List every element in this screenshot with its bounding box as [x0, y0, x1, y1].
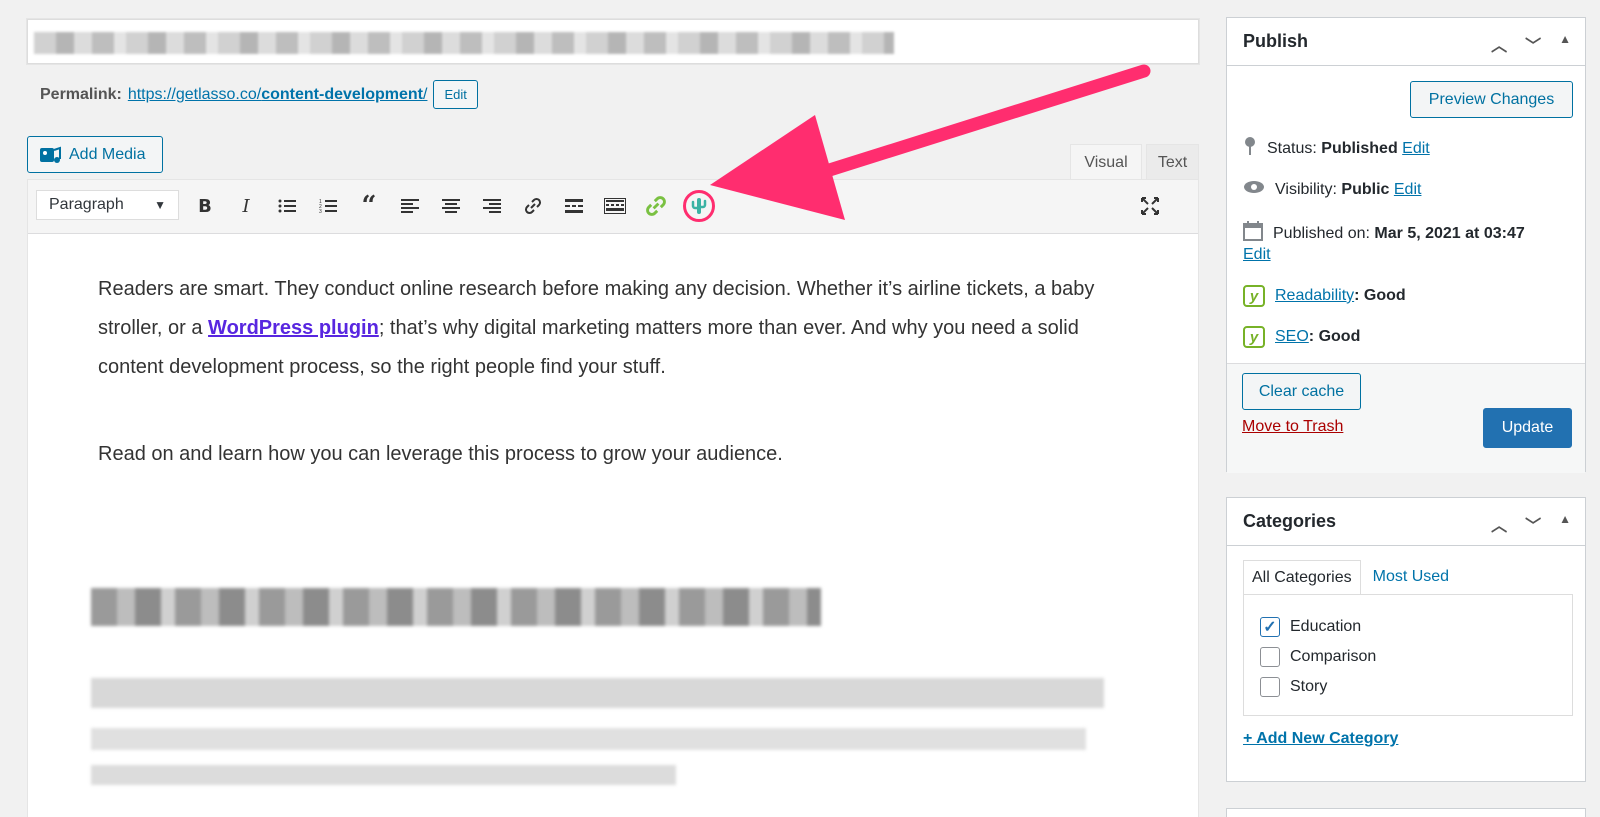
yoast-icon: y [1243, 326, 1265, 348]
status-row: Status: Published Edit [1243, 136, 1430, 161]
category-item-education[interactable]: ✓ Education [1260, 617, 1361, 637]
permalink-link[interactable]: https://getlasso.co/content-development/ [128, 86, 428, 104]
link-icon[interactable] [519, 192, 547, 220]
blurred-title [34, 32, 894, 54]
wordpress-plugin-link[interactable]: WordPress plugin [208, 317, 379, 339]
toggle-panel-icon[interactable]: ▲ [1559, 512, 1571, 536]
chevron-down-icon[interactable]: ﹀ [1525, 32, 1541, 56]
numbered-list-icon[interactable]: 123 [314, 192, 342, 220]
format-select[interactable]: Paragraph ▼ [36, 190, 179, 220]
toolbar-toggle-icon[interactable] [601, 192, 629, 220]
read-more-icon[interactable] [560, 192, 588, 220]
category-label: Comparison [1290, 648, 1377, 665]
blurred-line [91, 728, 1086, 750]
move-to-trash-link[interactable]: Move to Trash [1242, 418, 1343, 436]
eye-icon [1243, 180, 1265, 199]
italic-icon[interactable]: I [232, 192, 260, 220]
publish-title: Publish [1243, 31, 1309, 51]
visibility-edit-link[interactable]: Edit [1394, 181, 1422, 198]
calendar-icon [1243, 221, 1263, 246]
align-center-icon[interactable] [437, 192, 465, 220]
chevron-down-icon[interactable]: ﹀ [1525, 512, 1541, 536]
published-on-edit-link[interactable]: Edit [1243, 246, 1271, 264]
blurred-heading [91, 588, 821, 626]
category-label: Education [1290, 618, 1362, 635]
paragraph-1: Readers are smart. They conduct online r… [98, 278, 1095, 378]
chevron-up-icon[interactable]: ︿ [1491, 512, 1507, 536]
category-item-comparison[interactable]: Comparison [1260, 647, 1376, 667]
editor-content[interactable]: Readers are smart. They conduct online r… [98, 270, 1138, 522]
bold-icon[interactable]: B [191, 192, 219, 220]
readability-link[interactable]: Readability [1275, 287, 1354, 304]
publish-box: Publish ︿ ﹀ ▲ Preview Changes Status: Pu… [1226, 17, 1586, 473]
category-item-story[interactable]: Story [1260, 677, 1327, 697]
align-right-icon[interactable] [478, 192, 506, 220]
annotation-arrow [710, 64, 1151, 220]
published-on-row: Published on: Mar 5, 2021 at 03:47 [1243, 221, 1525, 246]
affiliate-link-icon[interactable] [642, 192, 670, 220]
preview-changes-button[interactable]: Preview Changes [1410, 81, 1573, 118]
tab-most-used[interactable]: Most Used [1365, 560, 1457, 595]
seo-row: y SEO: Good [1243, 326, 1360, 348]
yoast-icon: y [1243, 285, 1265, 307]
status-edit-link[interactable]: Edit [1402, 140, 1430, 157]
tab-all-categories[interactable]: All Categories [1243, 560, 1361, 595]
categories-title: Categories [1243, 511, 1337, 531]
pin-icon [1243, 136, 1257, 161]
checkbox[interactable] [1260, 677, 1280, 697]
next-box [1226, 808, 1586, 817]
bullet-list-icon[interactable] [273, 192, 301, 220]
checkbox[interactable] [1260, 647, 1280, 667]
category-label: Story [1290, 678, 1328, 695]
clear-cache-button[interactable]: Clear cache [1242, 373, 1361, 410]
categories-box-header: Categories ︿ ﹀ ▲ [1227, 498, 1585, 546]
update-button[interactable]: Update [1483, 408, 1572, 448]
format-select-value: Paragraph [49, 196, 124, 213]
paragraph-2: Read on and learn how you can leverage t… [98, 443, 783, 465]
checkbox-checked[interactable]: ✓ [1260, 617, 1280, 637]
add-media-label: Add Media [69, 145, 146, 163]
blockquote-icon[interactable]: “ [355, 191, 383, 221]
category-tabs: All Categories Most Used [1243, 560, 1457, 595]
blurred-line [91, 678, 1104, 708]
editor[interactable]: Paragraph ▼ B I 123 “ Readers are smart.… [27, 179, 1199, 817]
permalink-label: Permalink: [40, 85, 122, 103]
chevron-up-icon[interactable]: ︿ [1491, 32, 1507, 56]
publish-box-header: Publish ︿ ﹀ ▲ [1227, 18, 1585, 66]
svg-text:3: 3 [319, 209, 322, 214]
add-new-category-link[interactable]: + Add New Category [1243, 730, 1398, 748]
blurred-line [91, 765, 676, 785]
toggle-panel-icon[interactable]: ▲ [1559, 32, 1571, 56]
media-icon [40, 146, 61, 163]
categories-box: Categories ︿ ﹀ ▲ All Categories Most Use… [1226, 497, 1586, 782]
permalink-edit-button[interactable]: Edit [433, 80, 478, 109]
align-left-icon[interactable] [396, 192, 424, 220]
category-list: ✓ Education Comparison Story [1243, 594, 1573, 716]
dropdown-arrow-icon: ▼ [154, 198, 166, 212]
add-media-button[interactable]: Add Media [27, 136, 163, 173]
permalink-row: Permalink: https://getlasso.co/content-d… [40, 80, 478, 109]
seo-link[interactable]: SEO [1275, 328, 1309, 345]
visibility-row: Visibility: Public Edit [1243, 180, 1421, 199]
readability-row: y Readability: Good [1243, 285, 1406, 307]
